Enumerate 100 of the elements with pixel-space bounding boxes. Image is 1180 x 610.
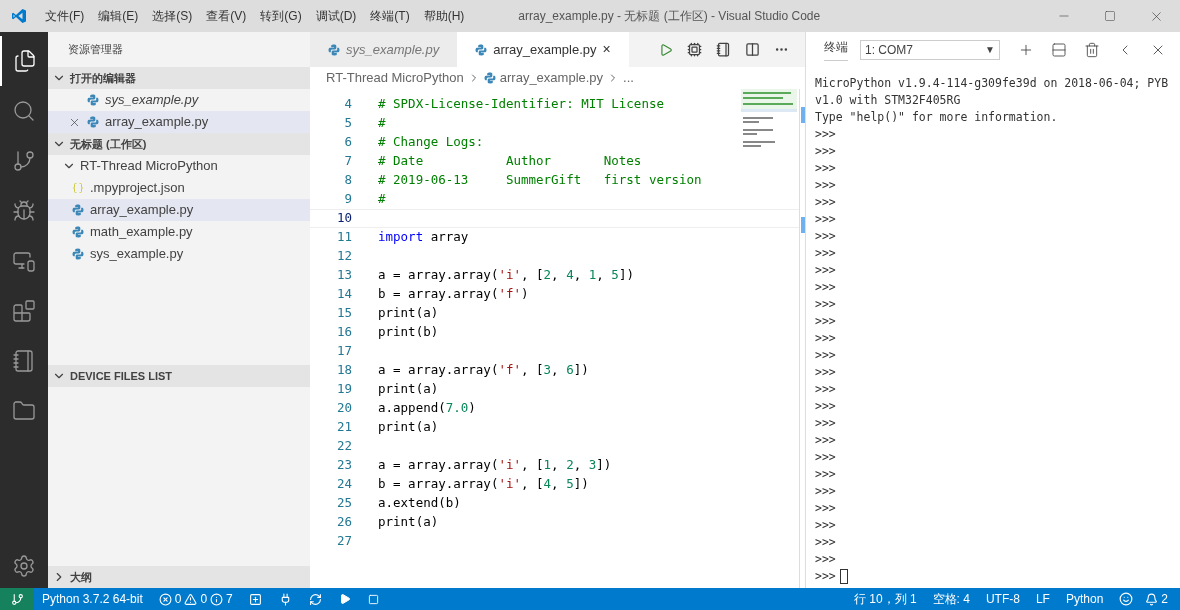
panel-tab[interactable]: 终端 bbox=[824, 38, 848, 61]
status-item[interactable]: 空格: 4 bbox=[924, 590, 978, 608]
menu-item[interactable]: 调试(D) bbox=[308, 7, 364, 25]
problems-button[interactable]: 0 0 7 bbox=[150, 590, 241, 608]
search-icon bbox=[12, 99, 36, 123]
tab-label: sys_example.py bbox=[346, 40, 440, 59]
maximize-icon[interactable] bbox=[1104, 10, 1116, 22]
notifications-button[interactable]: 2 bbox=[1141, 590, 1180, 608]
python-file-icon bbox=[72, 226, 84, 238]
error-icon bbox=[158, 592, 172, 606]
interpreter-label[interactable]: Python 3.7.2 64-bit bbox=[34, 590, 151, 608]
code-text: a = array.array('i', [2, 4, 1, 5]) bbox=[378, 266, 634, 285]
line-number: 24 bbox=[335, 475, 352, 494]
terminal-output: Type "help()" for more information. bbox=[815, 109, 1059, 127]
status-item[interactable]: UTF-8 bbox=[977, 590, 1028, 608]
menu-item[interactable]: 选择(S) bbox=[145, 7, 200, 25]
trash-icon[interactable] bbox=[1084, 41, 1100, 58]
files-icon bbox=[13, 49, 37, 73]
code-text: # SPDX-License-Identifier: MIT License bbox=[378, 95, 664, 114]
menu-item[interactable]: 查看(V) bbox=[199, 7, 254, 25]
file-name: .mpyproject.json bbox=[90, 179, 185, 198]
file-item[interactable]: .mpyproject.json bbox=[48, 177, 310, 199]
code-text: a.extend(b) bbox=[378, 494, 461, 513]
breadcrumb-item[interactable]: ... bbox=[623, 68, 634, 88]
status-item[interactable]: Python bbox=[1057, 590, 1112, 608]
line-number: 27 bbox=[335, 532, 352, 551]
code-text: import array bbox=[378, 228, 469, 247]
code-text: # bbox=[378, 114, 386, 133]
editor-tab[interactable]: array_example.py × bbox=[457, 32, 629, 67]
open-editor-item[interactable]: sys_example.py bbox=[48, 89, 310, 111]
vscode-logo-icon bbox=[11, 8, 27, 24]
menu-item[interactable]: 转到(G) bbox=[253, 7, 309, 25]
terminal-prompt: >>> bbox=[815, 466, 836, 484]
breadcrumb-item[interactable]: array_example.py bbox=[499, 68, 604, 88]
menu-item[interactable]: 帮助(H) bbox=[416, 7, 472, 25]
terminal-prompt: >>> bbox=[815, 296, 836, 314]
terminal-prompt: >>> bbox=[815, 262, 836, 280]
line-number: 8 bbox=[343, 171, 352, 190]
file-item[interactable]: array_example.py bbox=[48, 199, 310, 221]
open-editor-item[interactable]: array_example.py bbox=[48, 111, 310, 133]
section-title: 无标题 (工作区) bbox=[70, 136, 147, 152]
status-item[interactable]: 行 10，列 1 bbox=[845, 590, 925, 608]
section-header[interactable]: 大纲 bbox=[48, 566, 310, 588]
terminal-prompt: >>> bbox=[815, 449, 836, 467]
terminal-prompt: >>> bbox=[815, 160, 836, 178]
chip-icon[interactable] bbox=[687, 42, 702, 57]
file-item[interactable]: math_example.py bbox=[48, 221, 310, 243]
plus-square-icon[interactable] bbox=[248, 592, 262, 606]
scm-icon bbox=[12, 149, 36, 173]
dropdown-caret: ▼ bbox=[985, 43, 995, 57]
terminal-prompt: >>> bbox=[815, 194, 836, 212]
code-text: a = array.array('f', [3, 6]) bbox=[378, 361, 589, 380]
line-number: 12 bbox=[335, 247, 352, 266]
folder-name: RT-Thread MicroPython bbox=[80, 157, 218, 176]
status-item[interactable]: LF bbox=[1027, 590, 1058, 608]
code-text: b = array.array('i', [4, 5]) bbox=[378, 475, 589, 494]
line-number: 25 bbox=[335, 494, 352, 513]
file-name: sys_example.py bbox=[90, 245, 184, 264]
section-title: 大纲 bbox=[70, 569, 92, 585]
run-icon[interactable] bbox=[659, 42, 673, 57]
line-number: 20 bbox=[335, 399, 352, 418]
tab-label: array_example.py bbox=[493, 40, 597, 59]
line-number: 16 bbox=[335, 323, 352, 342]
folder-item[interactable]: RT-Thread MicroPython bbox=[48, 155, 310, 177]
settings-icon[interactable] bbox=[12, 554, 36, 578]
section-header[interactable]: 打开的编辑器 bbox=[48, 67, 310, 89]
info-icon bbox=[210, 592, 224, 606]
menu-item[interactable]: 文件(F) bbox=[38, 7, 92, 25]
terminal-prompt: >>> bbox=[815, 211, 836, 229]
split-editor-icon[interactable] bbox=[745, 42, 760, 57]
line-number: 21 bbox=[335, 418, 352, 437]
run-icon[interactable] bbox=[338, 593, 351, 605]
line-number: 9 bbox=[343, 190, 352, 209]
terminal-prompt: >>> bbox=[815, 517, 836, 535]
python-file-icon bbox=[483, 72, 496, 84]
terminal-prompt: >>> bbox=[815, 398, 836, 416]
terminal-output: MicroPython v1.9.4-114-g309fe39d on 2018-06-04; PYBv1.0 with STM32F405RG bbox=[815, 75, 1170, 110]
warning-icon bbox=[184, 592, 198, 606]
file-item[interactable]: sys_example.py bbox=[48, 243, 310, 265]
breadcrumb-item[interactable]: RT-Thread MicroPython bbox=[326, 68, 464, 88]
section-header[interactable]: DEVICE FILES LIST bbox=[48, 365, 310, 387]
line-number: 10 bbox=[335, 209, 352, 228]
line-number: 23 bbox=[335, 456, 352, 475]
smiley-icon[interactable] bbox=[1119, 592, 1134, 606]
editor-tab[interactable]: sys_example.py bbox=[310, 32, 458, 67]
python-file-icon bbox=[475, 43, 488, 56]
tab-close[interactable]: × bbox=[602, 39, 611, 60]
menu-item[interactable]: 终端(T) bbox=[363, 7, 417, 25]
split-icon[interactable] bbox=[1051, 41, 1067, 58]
line-number: 14 bbox=[335, 285, 352, 304]
sync-icon[interactable] bbox=[308, 592, 322, 606]
remote-button[interactable] bbox=[0, 588, 34, 610]
terminal-prompt: >>> bbox=[815, 500, 836, 518]
code-text: print(a) bbox=[378, 304, 439, 323]
terminal-select[interactable]: 1: COM7 ▼ bbox=[860, 39, 1000, 60]
line-number: 6 bbox=[343, 133, 352, 152]
stop-icon[interactable] bbox=[367, 593, 379, 605]
menu-item[interactable]: 编辑(E) bbox=[91, 7, 146, 25]
section-header[interactable]: 无标题 (工作区) bbox=[48, 133, 310, 155]
overview-marker bbox=[801, 107, 805, 123]
